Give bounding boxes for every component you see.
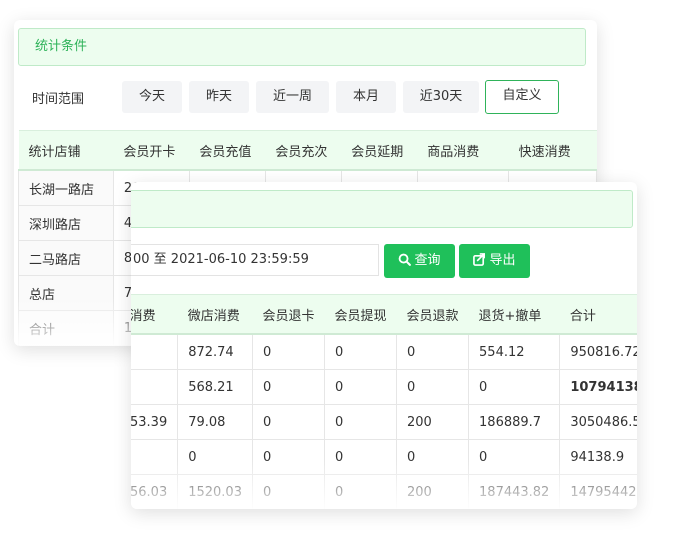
range-month-button[interactable]: 本月	[336, 81, 396, 113]
table-cell: 568.21	[177, 369, 253, 405]
table-cell: 0	[323, 474, 398, 509]
query-button-label: 查询	[414, 253, 441, 268]
range-yesterday-button[interactable]: 昨天	[189, 81, 249, 113]
table-cell: 0	[177, 439, 253, 475]
store-name: 二马路店	[18, 240, 114, 276]
table-cell: 0	[251, 369, 326, 405]
store-name: 长湖一路店	[18, 169, 114, 206]
store-name: 总店	[18, 275, 114, 311]
table-cell: 79.08	[177, 404, 253, 440]
range-custom-button[interactable]: 自定义	[485, 80, 559, 114]
col-recharge-count[interactable]: 会员充次	[265, 130, 342, 171]
table-cell	[131, 369, 179, 405]
store-name: 合计	[18, 310, 114, 346]
col-consume[interactable]: 消费	[131, 294, 178, 335]
table-row: 56.03 1520.03 0 0 200 187443.82 14795442…	[131, 474, 637, 509]
col-quick[interactable]: 快速消费	[508, 130, 597, 171]
col-withdraw[interactable]: 会员提现	[324, 294, 397, 335]
condition-title: 统计条件	[35, 39, 88, 54]
table-cell: 0	[251, 404, 326, 440]
col-card-refund[interactable]: 会员退卡	[252, 294, 325, 335]
col-extend[interactable]: 会员延期	[341, 130, 418, 171]
range-week-button[interactable]: 近一周	[256, 81, 329, 113]
table-cell: 200	[396, 404, 470, 440]
date-range-text: 00 至 2021-06-10 23:59:59	[133, 252, 309, 267]
table-cell: 186889.7	[468, 404, 561, 440]
statistics-panel-front: 00 至 2021-06-10 23:59:59 查询 导出 消费 微店消费 会…	[131, 182, 637, 509]
export-button-label: 导出	[489, 253, 516, 268]
table-cell: 872.74	[177, 333, 253, 370]
date-range-input[interactable]: 00 至 2021-06-10 23:59:59	[131, 244, 379, 276]
range-today-button[interactable]: 今天	[122, 81, 182, 113]
table-cell: 0	[323, 369, 398, 405]
export-button[interactable]: 导出	[459, 244, 530, 278]
condition-header	[131, 190, 633, 228]
table-cell: 0	[468, 439, 561, 475]
consumption-stats-table: 消费 微店消费 会员退卡 会员提现 会员退款 退货+撤单 合计 872.74 0…	[131, 294, 637, 509]
table-cell: 0	[323, 404, 398, 440]
col-store[interactable]: 统计店铺	[18, 130, 114, 171]
condition-header: 统计条件	[18, 28, 586, 66]
col-micro-shop[interactable]: 微店消费	[177, 294, 253, 335]
col-card-open[interactable]: 会员开卡	[113, 130, 190, 171]
table-header-row: 消费 微店消费 会员退卡 会员提现 会员退款 退货+撤单 合计	[131, 294, 637, 335]
table-row: 872.74 0 0 0 554.12 950816.72	[131, 333, 637, 370]
col-member-refund[interactable]: 会员退款	[396, 294, 469, 335]
col-recharge[interactable]: 会员充值	[189, 130, 266, 171]
time-range-label: 时间范围	[32, 92, 85, 107]
table-header-row: 统计店铺 会员开卡 会员充值 会员充次 会员延期 商品消费 快速消费	[18, 130, 597, 171]
table-row: 568.21 0 0 0 0 10794138.9	[131, 369, 637, 405]
table-cell: 1520.03	[177, 474, 253, 509]
range-30days-button[interactable]: 近30天	[403, 81, 479, 113]
table-cell: 53.39	[131, 404, 179, 440]
table-row: 0 0 0 0 0 94138.9	[131, 439, 637, 475]
export-icon	[473, 253, 486, 266]
col-goods[interactable]: 商品消费	[417, 130, 509, 171]
table-cell: 187443.82	[468, 474, 561, 509]
store-name: 深圳路店	[18, 205, 114, 241]
table-row: 53.39 79.08 0 0 200 186889.7 3050486.5	[131, 404, 637, 440]
table-cell	[131, 439, 179, 475]
table-cell: 0	[251, 333, 326, 370]
total-cell: 3050486.5	[559, 404, 637, 440]
total-cell: 14795442.1	[559, 474, 637, 509]
table-cell	[131, 333, 179, 370]
table-cell: 0	[396, 369, 470, 405]
total-cell: 94138.9	[559, 439, 637, 475]
table-cell: 554.12	[468, 333, 561, 370]
table-cell: 0	[323, 439, 398, 475]
table-cell: 200	[396, 474, 470, 509]
table-cell: 0	[396, 439, 470, 475]
table-cell: 0	[251, 474, 326, 509]
table-cell: 0	[468, 369, 561, 405]
total-cell: 950816.72	[559, 333, 637, 370]
col-return-cancel[interactable]: 退货+撤单	[468, 294, 560, 335]
table-cell: 0	[251, 439, 326, 475]
query-button[interactable]: 查询	[384, 244, 455, 278]
col-total[interactable]: 合计	[559, 294, 637, 335]
search-icon	[399, 253, 412, 266]
table-cell: 0	[396, 333, 470, 370]
total-cell: 10794138.9	[559, 369, 637, 405]
table-cell: 0	[323, 333, 398, 370]
table-cell: 56.03	[131, 474, 179, 509]
